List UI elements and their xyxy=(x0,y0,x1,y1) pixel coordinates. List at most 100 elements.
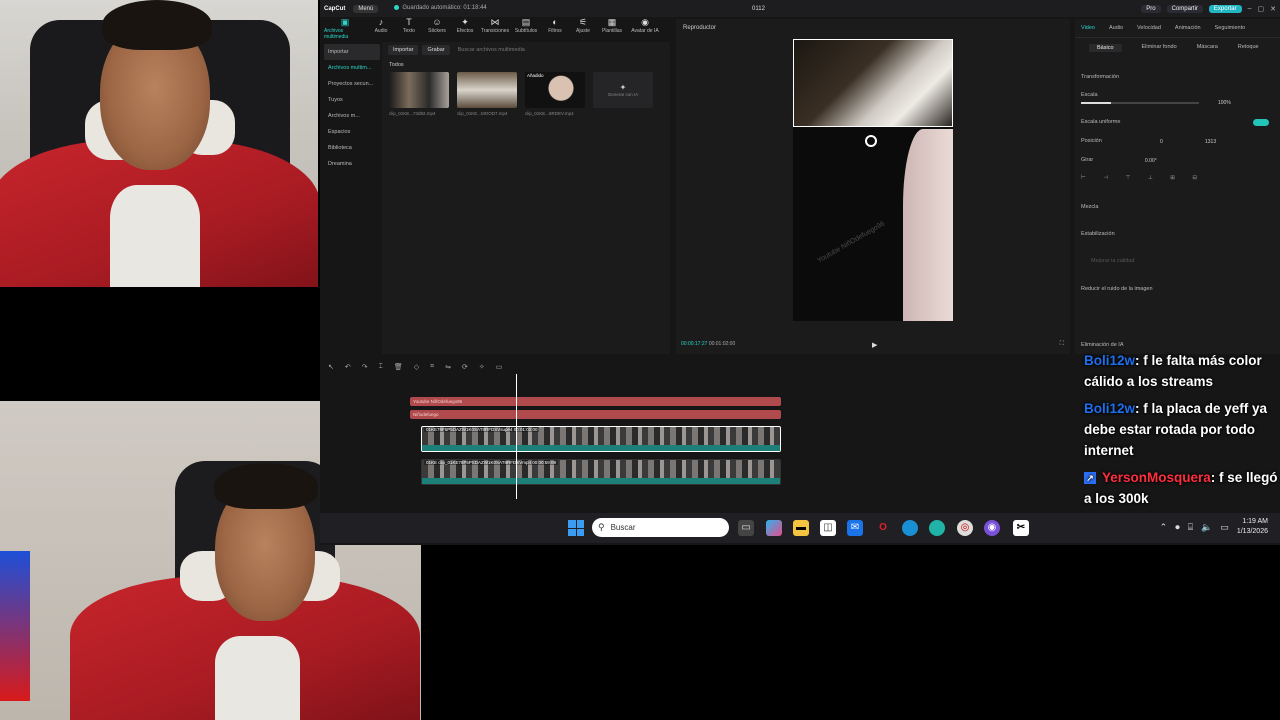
nav-dreamina[interactable]: Dreamina xyxy=(324,156,380,172)
nav-import[interactable]: Importar xyxy=(324,44,380,60)
share-button[interactable]: Compartir xyxy=(1166,4,1203,13)
shield-icon[interactable]: ◇ xyxy=(414,363,419,371)
subtab-mask[interactable]: Máscara xyxy=(1197,44,1218,52)
playhead[interactable] xyxy=(516,374,517,499)
media-clip[interactable]: Añadido clip_01KE...8RDEV.mp4 xyxy=(525,72,585,116)
tool-label: Subtítulos xyxy=(514,28,538,34)
position-y[interactable]: 1313 xyxy=(1205,139,1216,145)
position-x[interactable]: 0 xyxy=(1160,139,1163,145)
media-clip[interactable]: clip_01KE...73d92.mp4 xyxy=(389,72,449,116)
battery-icon[interactable]: ▭ xyxy=(1220,522,1229,533)
chevron-up-icon[interactable]: ⌃ xyxy=(1160,522,1168,533)
network-icon[interactable]: ⌸ xyxy=(1188,522,1193,533)
mic-icon[interactable]: ⏺ xyxy=(1175,522,1180,533)
delete-icon[interactable]: 🗑 xyxy=(394,363,403,371)
menu-button[interactable]: Menú xyxy=(353,4,379,13)
mirror-icon[interactable]: ⇋ xyxy=(445,363,451,371)
copilot-icon[interactable] xyxy=(766,520,782,536)
clock[interactable]: 1:19 AM 1/13/2026 xyxy=(1237,517,1268,537)
nav-yours[interactable]: Tuyos xyxy=(324,92,380,108)
pro-badge[interactable]: Pro xyxy=(1141,4,1161,13)
subtab-remove-bg[interactable]: Eliminar fondo xyxy=(1142,44,1177,52)
export-button[interactable]: Exportar xyxy=(1208,4,1242,13)
tool-filters[interactable]: ◐ Filtros xyxy=(542,17,568,39)
task-view-icon[interactable]: ▭ xyxy=(738,520,754,536)
noise-label[interactable]: Reducir el ruido de la imagen xyxy=(1081,286,1153,292)
tool-effects[interactable]: ✦ Efectos xyxy=(452,17,478,39)
uniform-scale-toggle[interactable] xyxy=(1253,119,1269,126)
fullscreen-icon[interactable]: ⛶ xyxy=(1060,341,1064,348)
tool-avatar[interactable]: ◉ Avatar de IA xyxy=(628,17,662,39)
filter-all[interactable]: Todos xyxy=(382,58,670,72)
text-track[interactable]: Youtube NiñOdefuego96 xyxy=(410,397,781,406)
tab-audio[interactable]: Audio xyxy=(1109,25,1123,31)
tab-speed[interactable]: Velocidad xyxy=(1137,25,1161,31)
transform-heading: Transformación xyxy=(1081,74,1120,80)
play-icon[interactable]: ▶ xyxy=(872,341,877,349)
edge-dev-icon[interactable] xyxy=(929,520,945,536)
minimize-icon[interactable]: – xyxy=(1248,5,1252,12)
nav-files[interactable]: Archivos m... xyxy=(324,108,380,124)
subtab-basic[interactable]: Básico xyxy=(1089,44,1122,52)
mail-icon[interactable]: ✉ xyxy=(847,520,863,536)
tab-animation[interactable]: Animación xyxy=(1175,25,1201,31)
undo-icon[interactable]: ↶ xyxy=(345,363,351,371)
rotate-handle-icon[interactable] xyxy=(865,135,877,147)
video-track-main[interactable]: 01KE78F5P5DAZW1K0SAT8RFDSVsupe4 00:01:02… xyxy=(421,426,781,452)
split-icon[interactable]: ⌶ xyxy=(379,363,383,371)
chrome-icon[interactable]: ◎ xyxy=(957,520,973,536)
windows-start-icon[interactable] xyxy=(568,520,584,536)
nav-media[interactable]: Archivos multim... xyxy=(324,60,380,76)
tool-transitions[interactable]: ⋈ Transiciones xyxy=(480,17,510,39)
ai-remove-label[interactable]: Eliminación de IA xyxy=(1081,342,1124,348)
tool-adjust[interactable]: ⚟ Ajuste xyxy=(570,17,596,39)
file-explorer-icon[interactable]: ▬ xyxy=(793,520,809,536)
edge-icon[interactable] xyxy=(902,520,918,536)
track-label: 01KE clip_01KE78F5PSDAZW1K0SAT8RFDSVmp4 … xyxy=(424,460,558,465)
opera-icon[interactable]: O xyxy=(875,520,891,536)
rotate-value[interactable]: 0.00° xyxy=(1145,158,1157,164)
subtab-retouch[interactable]: Retoque xyxy=(1238,44,1259,52)
tool-media[interactable]: ▣ Archivos multimedia xyxy=(324,17,366,40)
stabilize-label[interactable]: Estabilización xyxy=(1081,231,1115,237)
scale-slider[interactable] xyxy=(1081,102,1199,104)
nav-library[interactable]: Biblioteca xyxy=(324,140,380,156)
improve-quality[interactable]: Mejorar la calidad xyxy=(1081,258,1134,264)
discord-icon[interactable]: ◉ xyxy=(984,520,1000,536)
import-button[interactable]: Importar xyxy=(388,45,419,55)
transition-icon: ⋈ xyxy=(490,17,500,27)
text-track[interactable]: Niñodefuego xyxy=(410,410,781,419)
record-button[interactable]: Grabar xyxy=(422,45,450,55)
tool-templates[interactable]: ▦ Plantillas xyxy=(598,17,626,39)
tool-stickers[interactable]: ☺ Stickers xyxy=(424,17,450,39)
nav-spaces[interactable]: Espacios xyxy=(324,124,380,140)
redo-icon[interactable]: ↷ xyxy=(362,363,368,371)
scale-value[interactable]: 100% xyxy=(1218,100,1231,106)
tool-subtitles[interactable]: ▤ Subtítulos xyxy=(512,17,540,39)
media-clip[interactable]: clip_01KE...MOOD7.mp4 xyxy=(457,72,517,116)
volume-icon[interactable]: 🔈 xyxy=(1201,522,1212,533)
nav-subprojects[interactable]: Proyectos secun... xyxy=(324,76,380,92)
tool-label: Archivos multimedia xyxy=(324,28,349,40)
media-search-input[interactable]: Buscar archivos multimedia xyxy=(458,47,525,53)
tab-tracking[interactable]: Seguimiento xyxy=(1215,25,1246,31)
capcut-icon[interactable]: ✂ xyxy=(1013,520,1029,536)
crop-icon[interactable]: ⌗ xyxy=(430,363,434,371)
tool-audio[interactable]: ♪ Audio xyxy=(368,17,394,39)
magic-icon[interactable]: ✧ xyxy=(479,363,485,371)
maximize-icon[interactable]: ▢ xyxy=(1258,5,1265,13)
store-icon[interactable]: ◫ xyxy=(820,520,836,536)
ratio-icon[interactable]: ▭ xyxy=(496,363,503,371)
video-preview[interactable]: Youtube NiñOdefuego96 xyxy=(793,39,953,321)
tool-text[interactable]: T Texto xyxy=(396,17,422,39)
select-icon[interactable]: ↖ xyxy=(328,363,334,371)
ai-generate[interactable]: ✦ Generar con IA xyxy=(593,72,653,116)
player-panel: Reproductor Youtube NiñOdefuego96 00:00:… xyxy=(676,19,1070,354)
tab-video[interactable]: Video xyxy=(1081,25,1095,31)
blend-label[interactable]: Mezcla xyxy=(1081,204,1098,210)
close-icon[interactable]: ✕ xyxy=(1270,5,1276,13)
taskbar-search[interactable]: ⚲ Buscar xyxy=(592,518,729,537)
speed-icon[interactable]: ⟳ xyxy=(462,363,468,371)
align-icons[interactable]: ⊢ ⊣ ⊤ ⊥ ⊞ ⊟ xyxy=(1081,175,1205,181)
video-track-second[interactable]: 01KE clip_01KE78F5PSDAZW1K0SAT8RFDSVmp4 … xyxy=(421,459,781,485)
